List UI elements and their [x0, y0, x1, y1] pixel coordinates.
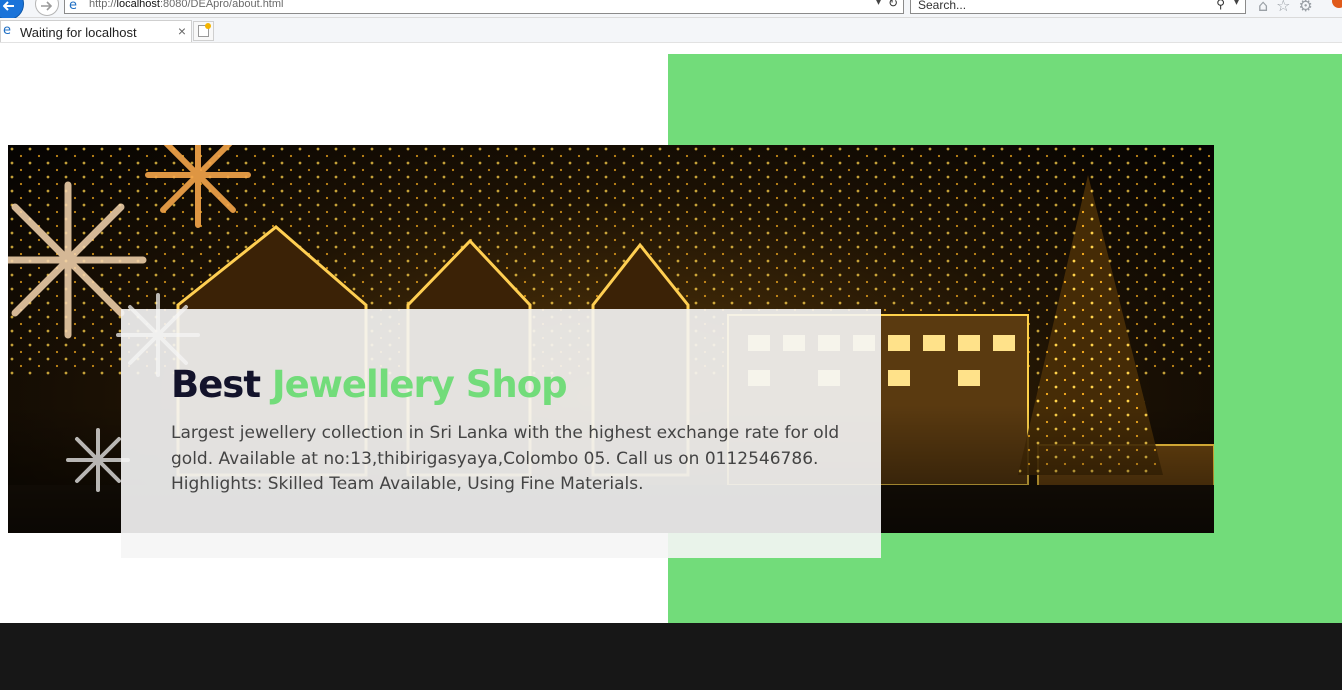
new-tab-button[interactable] — [193, 21, 214, 41]
back-arrow-icon — [3, 1, 14, 11]
toolbar-icons: ⌂☆⚙ — [1258, 0, 1321, 15]
title-highlight: Jewellery Shop — [271, 363, 568, 406]
forward-arrow-icon — [41, 1, 52, 11]
search-input[interactable]: Search... ⚲ ▾ — [910, 0, 1246, 14]
home-icon[interactable]: ⌂ — [1258, 0, 1276, 15]
tab-title: Waiting for localhost — [20, 25, 137, 40]
page-title: Best Jewellery Shop — [171, 363, 568, 406]
search-dropdown-icon[interactable]: ▾ — [1234, 0, 1239, 8]
chevron-down-icon[interactable]: ▾ — [876, 0, 881, 8]
feedback-icon[interactable] — [1332, 0, 1342, 8]
star-icon[interactable]: ☆ — [1276, 0, 1298, 15]
ie-page-icon: e — [69, 0, 77, 13]
tab-active[interactable]: e Waiting for localhost × — [0, 20, 192, 42]
gear-icon[interactable]: ⚙ — [1299, 0, 1321, 15]
footer — [0, 623, 1342, 690]
forward-button[interactable] — [35, 0, 59, 16]
search-icon[interactable]: ⚲ — [1216, 0, 1225, 11]
address-url[interactable]: http://localhost:8080/DEApro/about.html — [89, 0, 283, 10]
browser-toolbar: e http://localhost:8080/DEApro/about.htm… — [0, 0, 1342, 20]
tab-bar: e Waiting for localhost × — [0, 18, 1342, 43]
close-icon[interactable]: × — [178, 23, 186, 39]
back-button[interactable] — [0, 0, 24, 20]
address-bar[interactable]: e http://localhost:8080/DEApro/about.htm… — [64, 0, 904, 14]
shop-description: Largest jewellery collection in Sri Lank… — [171, 423, 840, 494]
ie-tab-icon: e — [3, 23, 11, 38]
refresh-icon[interactable]: ↻ — [888, 0, 898, 10]
search-placeholder: Search... — [918, 0, 967, 12]
title-prefix: Best — [171, 363, 272, 406]
info-card: Best Jewellery Shop Largest jewellery co… — [121, 309, 881, 558]
